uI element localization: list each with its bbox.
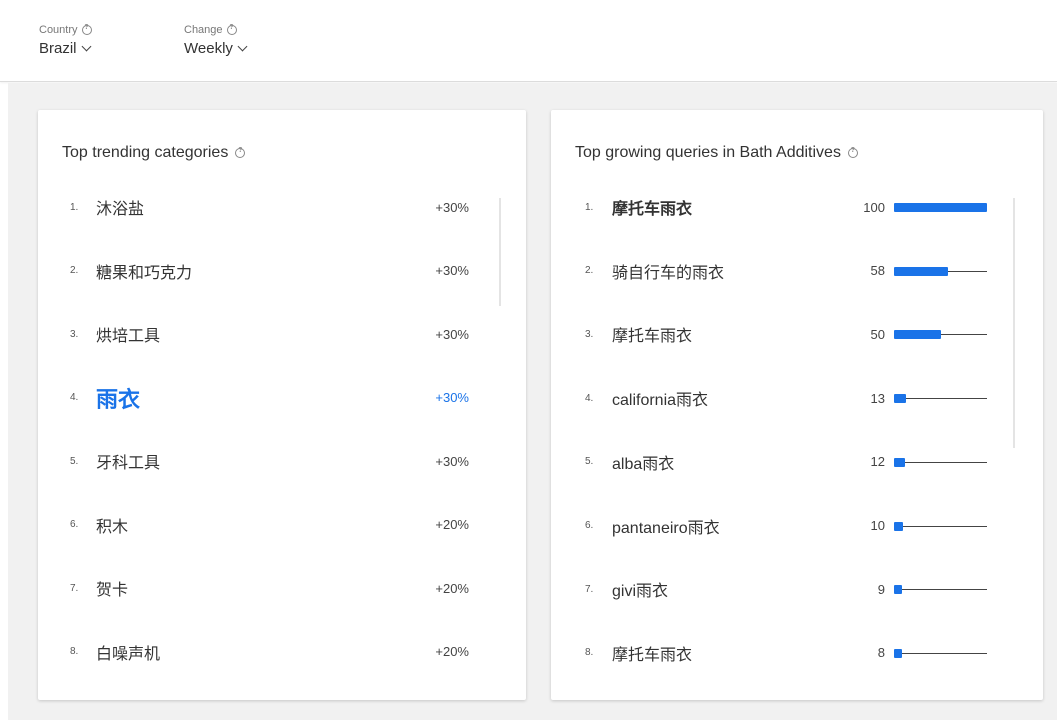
- query-value: 12: [870, 454, 885, 470]
- card-title: Top trending categories: [62, 144, 229, 161]
- category-name[interactable]: 贺卡: [96, 576, 128, 600]
- rank-number: 3.: [585, 328, 594, 340]
- query-name[interactable]: pantaneiro雨衣: [612, 514, 720, 538]
- list-item[interactable]: 3. 摩托车雨衣 50: [551, 314, 1043, 354]
- list-item[interactable]: 7. 贺卡 +20%: [38, 568, 526, 608]
- list-item[interactable]: 5. alba雨衣 12: [551, 442, 1043, 482]
- list-item[interactable]: 3. 烘培工具 +30%: [38, 314, 526, 354]
- change-percent: +30%: [435, 390, 469, 405]
- query-value: 58: [870, 263, 885, 279]
- query-value: 9: [877, 581, 885, 597]
- change-percent: +30%: [435, 326, 469, 342]
- help-icon[interactable]: [235, 147, 246, 158]
- change-percent: +30%: [435, 453, 469, 469]
- list-item[interactable]: 7. givi雨衣 9: [551, 569, 1043, 609]
- rank-number: 5.: [585, 456, 594, 468]
- change-percent: +20%: [435, 517, 469, 532]
- list-item[interactable]: 5. 牙科工具 +30%: [38, 441, 526, 481]
- list-item-selected[interactable]: 4. 雨衣 +30%: [38, 378, 526, 418]
- card-title: Top growing queries in Bath Additives: [575, 144, 841, 161]
- bar-track: [894, 525, 987, 527]
- rank-number: 8.: [585, 647, 594, 659]
- category-name[interactable]: 糖果和巧克力: [96, 259, 192, 283]
- bar-track: [894, 652, 987, 654]
- category-name[interactable]: 沐浴盐: [96, 195, 144, 219]
- query-name[interactable]: california雨衣: [612, 386, 708, 410]
- change-percent: +30%: [435, 199, 469, 215]
- top-growing-queries-card: Top growing queries in Bath Additives 1.…: [551, 110, 1043, 700]
- help-icon[interactable]: [81, 24, 92, 35]
- rank-number: 1.: [585, 201, 594, 213]
- list-item[interactable]: 8. 白噪声机 +20%: [38, 632, 526, 672]
- rank-number: 4.: [585, 392, 594, 404]
- help-icon[interactable]: [847, 147, 858, 158]
- country-label: Country: [39, 24, 78, 36]
- chevron-down-icon[interactable]: [81, 41, 91, 51]
- query-name[interactable]: 摩托车雨衣: [612, 641, 692, 665]
- country-value[interactable]: Brazil: [39, 40, 77, 57]
- category-name[interactable]: 积木: [96, 513, 128, 537]
- change-filter[interactable]: Change Weekly: [184, 24, 248, 57]
- rank-number: 7.: [70, 582, 79, 594]
- category-name[interactable]: 白噪声机: [96, 640, 160, 664]
- rank-number: 5.: [70, 455, 79, 467]
- rank-number: 7.: [585, 583, 594, 595]
- bar-fill: [894, 266, 948, 276]
- bar-track: [894, 398, 987, 400]
- help-icon[interactable]: [226, 24, 237, 35]
- change-percent: +20%: [435, 580, 469, 596]
- list-item[interactable]: 4. california雨衣 13: [551, 378, 1043, 418]
- bar-track: [894, 589, 987, 591]
- category-name[interactable]: 烘培工具: [96, 322, 160, 346]
- query-name[interactable]: givi雨衣: [612, 577, 668, 601]
- query-name[interactable]: 骑自行车的雨衣: [612, 259, 724, 283]
- change-percent: +30%: [435, 263, 469, 278]
- bar-fill: [894, 521, 903, 531]
- rank-number: 2.: [585, 265, 594, 277]
- query-value: 8: [877, 645, 885, 661]
- change-label: Change: [184, 24, 223, 36]
- list-item[interactable]: 6. pantaneiro雨衣 10: [551, 506, 1043, 546]
- change-value[interactable]: Weekly: [184, 40, 233, 57]
- category-name[interactable]: 牙科工具: [96, 449, 160, 473]
- bar-fill: [894, 585, 902, 595]
- rank-number: 3.: [70, 328, 79, 340]
- top-trending-categories-card: Top trending categories 1. 沐浴盐 +30% 2. 糖果和巧克…: [38, 110, 526, 700]
- query-value: 13: [870, 390, 885, 406]
- rank-number: 8.: [70, 646, 79, 657]
- country-filter[interactable]: Country Brazil: [39, 24, 92, 57]
- bar-fill: [894, 394, 906, 404]
- filter-bar: Country Brazil Change Weekly: [0, 0, 1057, 82]
- rank-number: 1.: [70, 201, 79, 213]
- category-name[interactable]: 雨衣: [96, 382, 140, 414]
- list-item[interactable]: 6. 积木 +20%: [38, 505, 526, 545]
- rank-number: 2.: [70, 265, 79, 276]
- list-item[interactable]: 8. 摩托车雨衣 8: [551, 633, 1043, 673]
- list-item[interactable]: 2. 骑自行车的雨衣 58: [551, 251, 1043, 291]
- list-item[interactable]: 1. 摩托车雨衣 100: [551, 187, 1043, 227]
- query-name[interactable]: 摩托车雨衣: [612, 322, 692, 346]
- bar-fill: [894, 203, 987, 212]
- bar-track: [894, 461, 987, 463]
- bar-fill: [894, 457, 905, 467]
- rank-number: 6.: [70, 519, 79, 530]
- bar-fill: [894, 330, 941, 340]
- query-value: 100: [863, 199, 885, 215]
- query-name[interactable]: alba雨衣: [612, 450, 674, 474]
- list-item[interactable]: 2. 糖果和巧克力 +30%: [38, 251, 526, 291]
- rank-number: 4.: [70, 392, 79, 403]
- query-name[interactable]: 摩托车雨衣: [612, 195, 692, 219]
- chevron-down-icon[interactable]: [237, 41, 248, 51]
- list-item[interactable]: 1. 沐浴盐 +30%: [38, 187, 526, 227]
- query-value: 50: [870, 326, 885, 342]
- query-value: 10: [870, 518, 885, 533]
- change-percent: +20%: [435, 644, 469, 659]
- bar-fill: [894, 648, 902, 658]
- rank-number: 6.: [585, 520, 594, 531]
